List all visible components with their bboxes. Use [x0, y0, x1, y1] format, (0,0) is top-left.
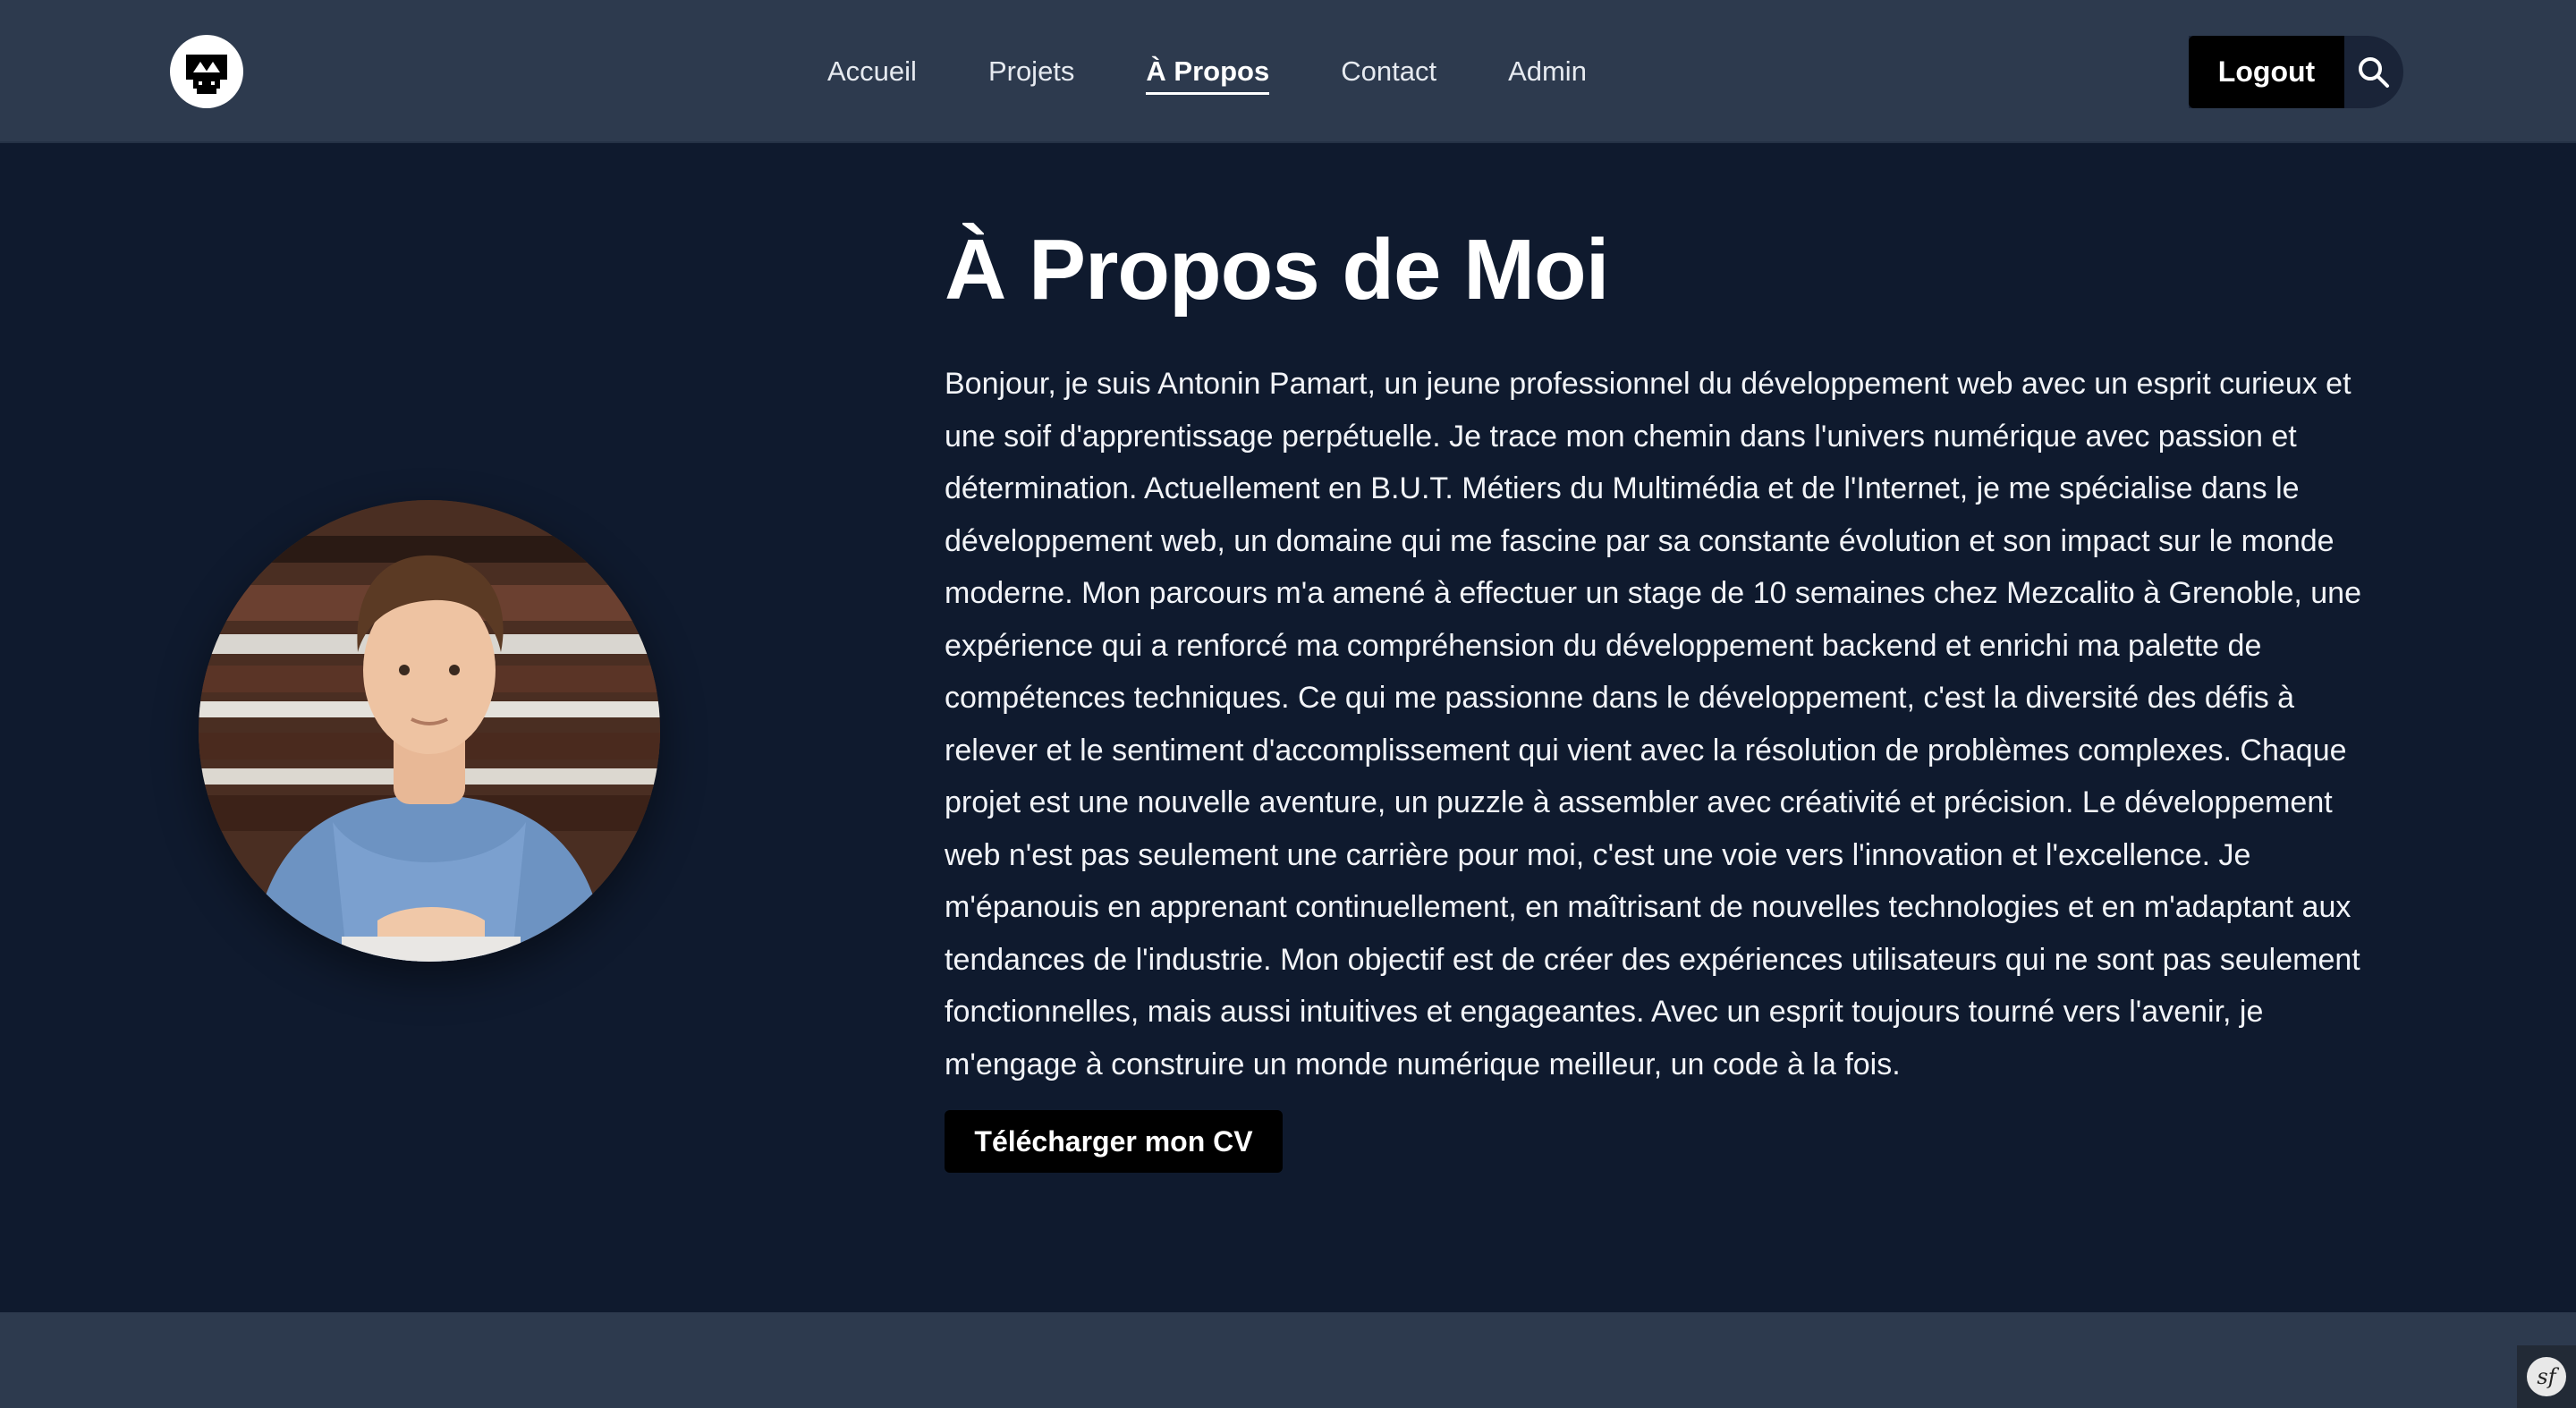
logout-button[interactable]: Logout — [2189, 36, 2344, 108]
pixel-face-logo-icon — [186, 55, 227, 94]
about-section: À Propos de Moi Bonjour, je suis Antonin… — [0, 145, 2576, 1312]
search-button[interactable] — [2344, 36, 2403, 108]
nav-item-a-propos[interactable]: À Propos — [1110, 47, 1305, 97]
site-footer — [0, 1312, 2576, 1408]
profile-photo-illustration — [199, 500, 660, 962]
symfony-icon: sf — [2527, 1357, 2566, 1396]
page-title: À Propos de Moi — [945, 222, 1609, 318]
about-content: À Propos de Moi Bonjour, je suis Antonin… — [945, 216, 2376, 1173]
nav-item-contact[interactable]: Contact — [1305, 47, 1472, 97]
symfony-debug-badge[interactable]: sf — [2517, 1345, 2576, 1408]
nav-item-projets[interactable]: Projets — [953, 47, 1110, 97]
nav-item-admin[interactable]: Admin — [1472, 47, 1623, 97]
logo-icon[interactable] — [170, 35, 243, 108]
header-actions: Logout — [2189, 36, 2403, 108]
site-header: Accueil Projets À Propos Contact Admin L… — [0, 0, 2576, 143]
search-icon — [2359, 56, 2389, 88]
download-cv-button[interactable]: Télécharger mon CV — [945, 1110, 1283, 1173]
nav-item-accueil[interactable]: Accueil — [827, 47, 953, 97]
bio-text: Bonjour, je suis Antonin Pamart, un jeun… — [945, 367, 2361, 1081]
profile-photo — [199, 500, 660, 962]
main-nav: Accueil Projets À Propos Contact Admin — [827, 47, 1623, 97]
